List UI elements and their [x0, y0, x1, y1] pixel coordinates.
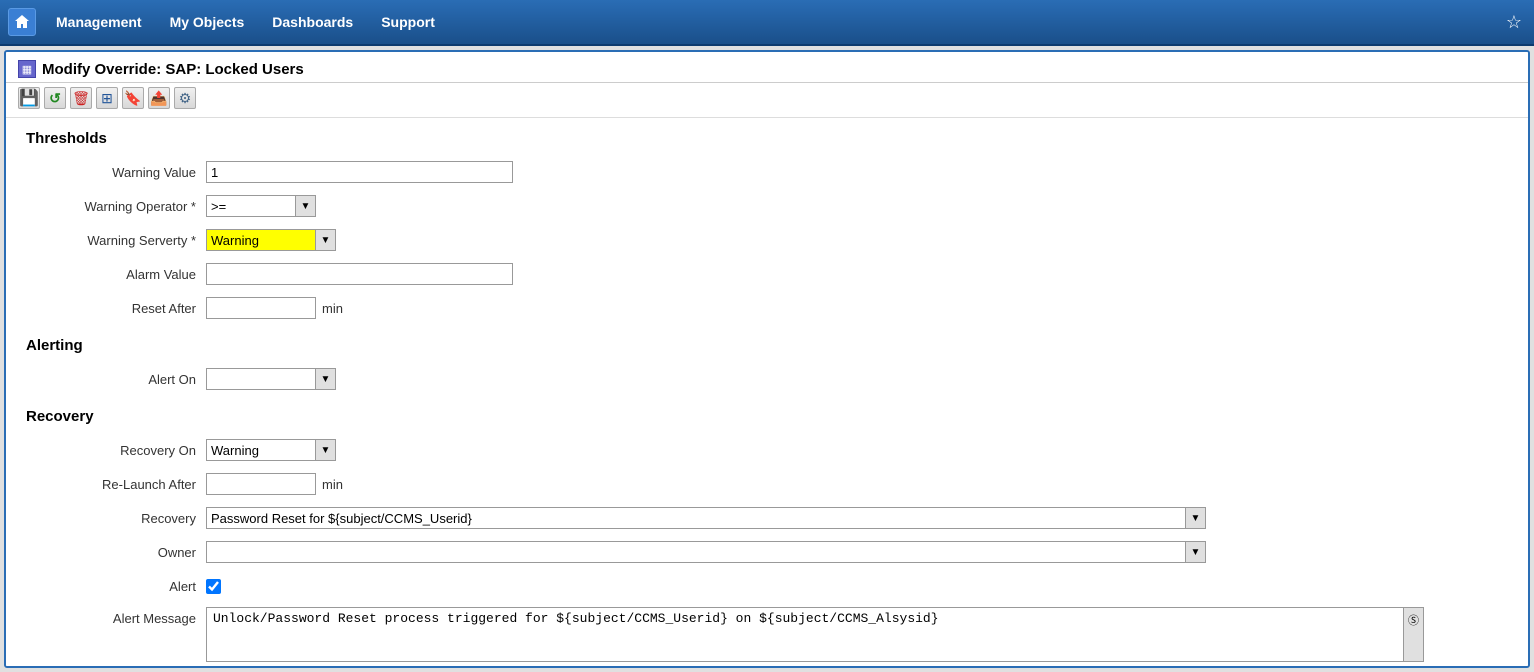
alert-message-icon[interactable]: Ⓢ [1404, 607, 1424, 662]
toolbar: 💾 ↺ 🗑 ⊞ 🔖 📤 ⚙ [6, 83, 1528, 118]
alerting-section-title: Alerting [26, 337, 1508, 354]
alert-on-input[interactable] [206, 368, 316, 390]
alarm-value-input[interactable] [206, 263, 513, 285]
relaunch-after-input[interactable] [206, 473, 316, 495]
reset-after-input[interactable] [206, 297, 316, 319]
reset-after-row: Reset After min [26, 295, 1508, 321]
warning-severity-dropdown-btn[interactable]: ▼ [316, 229, 336, 251]
alert-checkbox[interactable] [206, 579, 221, 594]
recovery-script-input[interactable] [206, 507, 1186, 529]
recovery-on-input[interactable] [206, 439, 316, 461]
warning-value-input[interactable]: 1 [206, 161, 513, 183]
recovery-script-row: Recovery ▼ [26, 505, 1508, 531]
alert-on-dropdown: ▼ [206, 368, 336, 390]
relaunch-after-row: Re-Launch After min [26, 471, 1508, 497]
owner-input[interactable] [206, 541, 1186, 563]
alert-on-label: Alert On [26, 372, 206, 387]
alarm-value-row: Alarm Value [26, 261, 1508, 287]
bookmark-button[interactable]: 🔖 [122, 87, 144, 109]
alert-message-textarea[interactable]: Unlock/Password Reset process triggered … [206, 607, 1404, 662]
alarm-value-label: Alarm Value [26, 267, 206, 282]
alert-on-row: Alert On ▼ [26, 366, 1508, 392]
warning-operator-row: Warning Operator * ▼ [26, 193, 1508, 219]
save-button[interactable]: 💾 [18, 87, 40, 109]
reset-after-unit: min [322, 301, 343, 316]
warning-severity-label: Warning Serverty * [26, 233, 206, 248]
main-content: ▦ Modify Override: SAP: Locked Users 💾 ↺… [4, 50, 1530, 668]
nav-my-objects[interactable]: My Objects [156, 0, 259, 45]
recovery-on-dropdown: ▼ [206, 439, 336, 461]
page-title-icon: ▦ [18, 60, 36, 78]
warning-severity-input[interactable] [206, 229, 316, 251]
warning-value-label: Warning Value [26, 165, 206, 180]
recovery-script-label: Recovery [26, 511, 206, 526]
owner-row: Owner ▼ [26, 539, 1508, 565]
alert-checkbox-row: Alert [26, 573, 1508, 599]
nav-management[interactable]: Management [42, 0, 156, 45]
owner-label: Owner [26, 545, 206, 560]
recovery-script-dropdown: ▼ [206, 507, 1206, 529]
export-button[interactable]: 📤 [148, 87, 170, 109]
delete-button[interactable]: 🗑 [70, 87, 92, 109]
recovery-on-label: Recovery On [26, 443, 206, 458]
recovery-section-title: Recovery [26, 408, 1508, 425]
warning-severity-row: Warning Serverty * ▼ [26, 227, 1508, 253]
owner-dropdown-btn[interactable]: ▼ [1186, 541, 1206, 563]
warning-operator-dropdown: ▼ [206, 195, 316, 217]
page-title-bar: ▦ Modify Override: SAP: Locked Users [6, 52, 1528, 83]
warning-operator-input[interactable] [206, 195, 296, 217]
warning-operator-dropdown-btn[interactable]: ▼ [296, 195, 316, 217]
warning-severity-dropdown: ▼ [206, 229, 336, 251]
thresholds-section-title: Thresholds [26, 130, 1508, 147]
relaunch-after-label: Re-Launch After [26, 477, 206, 492]
alert-checkbox-label: Alert [26, 579, 206, 594]
refresh-button[interactable]: ↺ [44, 87, 66, 109]
copy-button[interactable]: ⊞ [96, 87, 118, 109]
home-button[interactable] [8, 8, 36, 36]
recovery-on-dropdown-btn[interactable]: ▼ [316, 439, 336, 461]
reset-after-label: Reset After [26, 301, 206, 316]
alert-message-label: Alert Message [26, 607, 206, 626]
nav-bar: Management My Objects Dashboards Support… [0, 0, 1534, 46]
relaunch-after-unit: min [322, 477, 343, 492]
nav-support[interactable]: Support [367, 0, 449, 45]
alert-message-row: Alert Message Unlock/Password Reset proc… [26, 607, 1508, 662]
alert-message-wrapper: Unlock/Password Reset process triggered … [206, 607, 1424, 662]
warning-value-row: Warning Value 1 [26, 159, 1508, 185]
warning-operator-label: Warning Operator * [26, 199, 206, 214]
alert-on-dropdown-btn[interactable]: ▼ [316, 368, 336, 390]
owner-dropdown: ▼ [206, 541, 1206, 563]
settings-button[interactable]: ⚙ [174, 87, 196, 109]
star-icon[interactable]: ☆ [1502, 8, 1526, 37]
recovery-on-row: Recovery On ▼ [26, 437, 1508, 463]
form-area: Thresholds Warning Value 1 Warning Opera… [6, 118, 1528, 668]
recovery-script-dropdown-btn[interactable]: ▼ [1186, 507, 1206, 529]
page-title: Modify Override: SAP: Locked Users [42, 61, 304, 78]
nav-dashboards[interactable]: Dashboards [258, 0, 367, 45]
